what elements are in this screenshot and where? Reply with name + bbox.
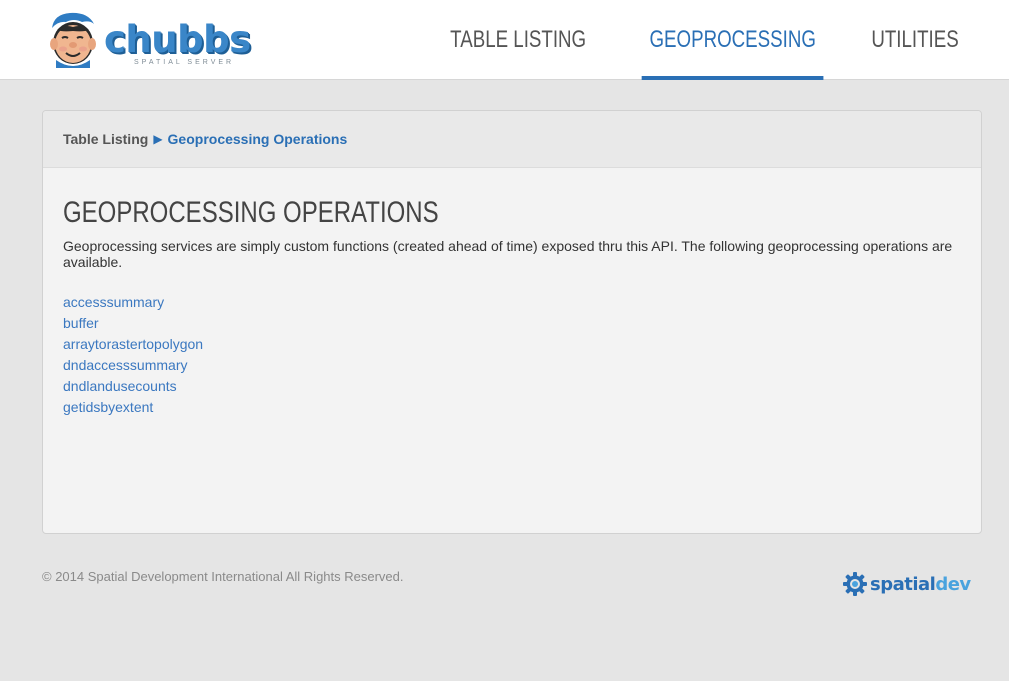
breadcrumb-current: Geoprocessing Operations (167, 131, 348, 147)
page-title: GEOPROCESSING OPERATIONS (63, 196, 439, 229)
nav-table-listing[interactable]: TABLE LISTING (443, 0, 595, 80)
operation-link-dndlandusecounts[interactable]: dndlandusecounts (63, 378, 177, 394)
list-item: buffer (63, 313, 961, 334)
list-item: getidsbyextent (63, 397, 961, 418)
mascot-face-icon (50, 12, 96, 68)
spatialdev-logo[interactable]: spatialdev (843, 572, 971, 596)
gear-icon (843, 572, 867, 596)
breadcrumb-table-listing-link[interactable]: Table Listing (63, 131, 148, 147)
list-item: accesssummary (63, 292, 961, 313)
main-content: GEOPROCESSING OPERATIONS Geoprocessing s… (43, 168, 981, 418)
breadcrumb: Table Listing ▶ Geoprocessing Operations (43, 111, 981, 168)
operation-link-buffer[interactable]: buffer (63, 315, 99, 331)
spatialdev-wordmark-part1: spatial (870, 573, 936, 595)
spatialdev-wordmark: spatialdev (870, 574, 971, 595)
brand-name: chubbs (104, 18, 251, 61)
brand-logo[interactable]: chubbs SPATIAL SERVER (44, 10, 264, 74)
operation-link-accesssummary[interactable]: accesssummary (63, 294, 164, 310)
operation-link-dndaccesssummary[interactable]: dndaccesssummary (63, 357, 188, 373)
operation-link-getidsbyextent[interactable]: getidsbyextent (63, 399, 153, 415)
nav-geoprocessing[interactable]: GEOPROCESSING (641, 0, 824, 80)
triangle-right-icon: ▶ (153, 132, 163, 146)
list-item: dndaccesssummary (63, 355, 961, 376)
list-item: arraytorastertopolygon (63, 334, 961, 355)
top-header: chubbs SPATIAL SERVER TABLE LISTING GEOP… (0, 0, 1009, 80)
brand-tagline: SPATIAL SERVER (134, 59, 235, 66)
main-nav: TABLE LISTING GEOPROCESSING UTILITIES (421, 0, 981, 80)
page-description: Geoprocessing services are simply custom… (63, 238, 953, 270)
nav-utilities[interactable]: UTILITIES (863, 0, 966, 80)
list-item: dndlandusecounts (63, 376, 961, 397)
spatialdev-wordmark-part2: dev (935, 573, 971, 595)
operation-link-arraytorastertopolygon[interactable]: arraytorastertopolygon (63, 336, 203, 352)
content-panel: Table Listing ▶ Geoprocessing Operations… (42, 110, 982, 534)
operations-list: accesssummary buffer arraytorastertopoly… (63, 292, 961, 418)
footer-copyright: © 2014 Spatial Development International… (42, 569, 404, 584)
